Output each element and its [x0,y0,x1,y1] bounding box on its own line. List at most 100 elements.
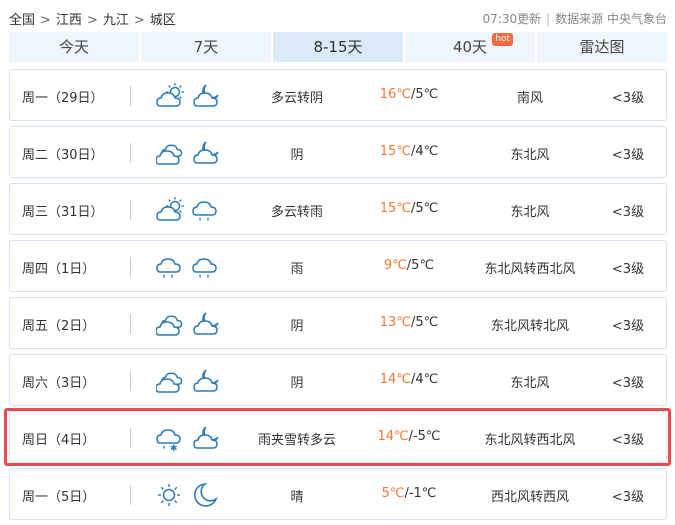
wind-direction: 东北风 [510,376,550,391]
tab-40-days-label: 40天 [452,38,488,56]
partly-cloudy-night-icon [193,312,219,335]
breadcrumb-separator: > [40,13,51,28]
wind-level: <3级 [611,490,645,505]
tab-7-days[interactable]: 7天 [141,32,271,62]
forecast-row[interactable]: 周五（2日） 阴 13℃/5℃ 东北风转北风 <3级 [9,297,667,349]
day-label: 周六（3日） [22,376,96,391]
wind-level: <3级 [611,148,645,163]
temperature-range: 13℃/5℃ [364,315,454,330]
wind-level: <3级 [611,205,645,220]
row-divider [130,143,131,163]
row-divider [130,86,131,106]
hot-badge: hot [492,33,513,46]
cloudy-icon [156,144,183,165]
breadcrumb: 全国 > 江西 > 九江 > 城区 [9,9,176,28]
forecast-row[interactable]: 周一（5日） 晴 5℃/-1℃ 西北风转西风 <3级 [9,468,667,520]
weather-icons [156,254,226,280]
weather-icons [156,83,226,109]
low-temp: /4℃ [410,144,439,159]
day-label: 周一（5日） [22,490,96,505]
weather-description: 晴 [290,490,304,505]
low-temp: /-1℃ [404,486,437,501]
weather-icons [156,140,226,166]
weather-description: 雨 [290,262,304,277]
update-time: 07:30更新 [482,12,542,26]
wind-level: <3级 [611,319,645,334]
low-temp: /5℃ [410,201,439,216]
high-temp: 15℃ [379,144,411,159]
temperature-range: 14℃/4℃ [364,372,454,387]
wind-direction: 东北风转西北风 [484,433,576,448]
weather-description: 多云转雨 [270,205,323,220]
forecast-row[interactable]: 周日（4日） ✱ 雨夹雪转多云 14℃/-5℃ 东北风转西北风 <3级 [9,411,667,463]
row-divider [130,257,131,277]
svg-text:✱: ✱ [170,444,178,453]
wind-direction: 东北风 [510,148,550,163]
rain-icon [192,201,217,221]
weather-icons [156,482,226,508]
partly-cloudy-night-icon [193,426,219,449]
day-label: 周五（2日） [22,319,96,334]
forecast-row[interactable]: 周一（29日） 多云转阴 16℃/5℃ 南风 <3级 [9,69,667,121]
forecast-row[interactable]: 周二（30日） 阴 15℃/4℃ 东北风 <3级 [9,126,667,178]
low-temp: /5℃ [406,258,435,273]
weather-icons [156,311,226,337]
wind-direction: 东北风转西北风 [484,262,576,277]
wind-level: <3级 [611,262,645,277]
top-bar: 全国 > 江西 > 九江 > 城区 07:30更新 | 数据来源 中央气象台 [9,7,667,29]
day-label: 周二（30日） [22,148,104,163]
weather-description: 阴 [290,376,304,391]
temperature-range: 9℃/5℃ [364,258,454,273]
high-temp: 16℃ [379,87,411,102]
day-label: 周一（29日） [22,91,104,106]
partly-cloudy-night-icon [193,141,219,164]
temperature-range: 15℃/4℃ [364,144,454,159]
low-temp: /-5℃ [408,429,441,444]
wind-level: <3级 [611,376,645,391]
cloudy-icon [156,372,183,393]
high-temp: 14℃ [379,372,411,387]
forecast-row[interactable]: 周三（31日） 多云转雨 15℃/5℃ 东北风 <3级 [9,183,667,235]
high-temp: 14℃ [377,429,409,444]
row-divider [130,200,131,220]
wind-direction: 南风 [516,91,543,106]
temperature-range: 14℃/-5℃ [364,429,454,444]
tab-today[interactable]: 今天 [9,32,139,62]
rain-icon [156,258,181,278]
weather-description: 阴 [290,148,304,163]
partly-cloudy-day-icon [156,83,184,107]
cloudy-icon [156,315,183,336]
high-temp: 15℃ [379,201,411,216]
row-divider [130,428,131,448]
partly-cloudy-day-icon [156,197,184,221]
weather-description: 多云转阴 [270,91,323,106]
forecast-tabs: 今天 7天 8-15天 40天 hot 雷达图 [9,32,667,62]
moon-icon [193,483,218,507]
high-temp: 5℃ [381,486,405,501]
day-label: 周日（4日） [22,433,96,448]
low-temp: /4℃ [410,372,439,387]
rain-icon [192,258,217,278]
wind-direction: 西北风转西风 [490,490,569,505]
high-temp: 13℃ [379,315,411,330]
low-temp: /5℃ [410,87,439,102]
breadcrumb-item-country[interactable]: 全国 [9,13,35,28]
breadcrumb-item-province[interactable]: 江西 [56,13,82,28]
data-source: 数据来源 中央气象台 [555,12,667,26]
forecast-row[interactable]: 周六（3日） 阴 14℃/4℃ 东北风 <3级 [9,354,667,406]
weather-description: 阴 [290,319,304,334]
forecast-row[interactable]: 周四（1日） 雨 9℃/5℃ 东北风转西北风 <3级 [9,240,667,292]
tab-radar[interactable]: 雷达图 [537,32,667,62]
tab-40-days[interactable]: 40天 hot [405,32,535,62]
meta-divider: | [546,12,551,26]
low-temp: /5℃ [410,315,439,330]
temperature-range: 5℃/-1℃ [364,486,454,501]
weather-icons: ✱ [156,425,226,453]
temperature-range: 16℃/5℃ [364,87,454,102]
tab-8-15-days[interactable]: 8-15天 [273,32,403,62]
wind-level: <3级 [611,433,645,448]
partly-cloudy-night-icon [193,369,219,392]
partly-cloudy-night-icon [193,84,219,107]
breadcrumb-item-city[interactable]: 九江 [103,13,129,28]
weather-description: 雨夹雪转多云 [257,433,336,448]
